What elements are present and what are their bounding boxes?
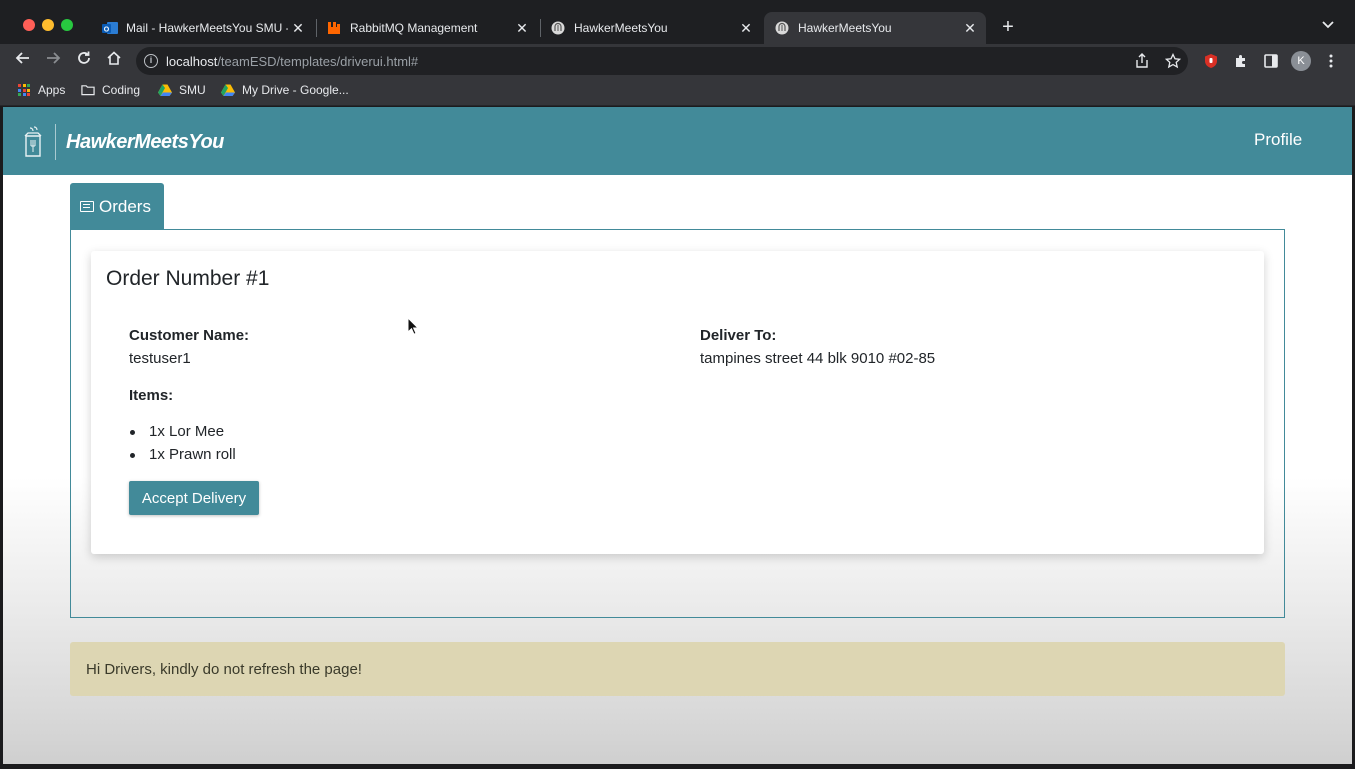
- chevron-down-icon[interactable]: [1322, 18, 1334, 32]
- browser-tab-hawker-active[interactable]: HawkerMeetsYou ✕: [764, 12, 986, 44]
- kebab-menu-icon[interactable]: [1321, 51, 1341, 71]
- close-icon[interactable]: ✕: [288, 20, 308, 37]
- new-tab-plus-icon[interactable]: +: [998, 16, 1018, 39]
- alert-text: Hi Drivers, kindly do not refresh the pa…: [86, 661, 362, 678]
- tab-orders-label: Orders: [99, 196, 151, 216]
- google-drive-icon: [221, 83, 235, 97]
- reload-icon[interactable]: [73, 50, 95, 72]
- apps-grid-icon: [17, 83, 31, 97]
- browser-tab-rabbitmq[interactable]: RabbitMQ Management ✕: [316, 12, 538, 44]
- browser-tab-mail[interactable]: O Mail - HawkerMeetsYou SMU - ✕: [92, 12, 314, 44]
- close-icon[interactable]: ✕: [960, 20, 980, 37]
- extensions-puzzle-icon[interactable]: [1231, 51, 1251, 71]
- google-drive-icon: [158, 83, 172, 97]
- svg-text:O: O: [104, 27, 110, 34]
- order-title: Order Number #1: [106, 267, 270, 290]
- bookmark-label: Coding: [102, 83, 141, 97]
- bookmark-apps[interactable]: Apps: [17, 83, 65, 97]
- folder-icon: [81, 83, 95, 97]
- customer-name-value: testuser1: [129, 350, 191, 367]
- page-viewport: HawkerMeetsYou Profile Orders Order Numb…: [3, 107, 1352, 764]
- adblock-extension-icon[interactable]: [1201, 51, 1221, 71]
- tab-title: Mail - HawkerMeetsYou SMU -: [126, 21, 288, 35]
- url-text: localhost/teamESD/templates/driverui.htm…: [166, 54, 419, 69]
- deliver-to-label: Deliver To:: [700, 327, 777, 344]
- bookmark-label: SMU: [179, 83, 206, 97]
- browser-tab-hawker-1[interactable]: HawkerMeetsYou ✕: [540, 12, 762, 44]
- back-arrow-icon[interactable]: [12, 50, 34, 72]
- tab-title: HawkerMeetsYou: [798, 21, 892, 35]
- bookmark-coding[interactable]: Coding: [81, 83, 140, 97]
- side-panel-icon[interactable]: [1261, 51, 1281, 71]
- bookmark-smu[interactable]: SMU: [158, 83, 206, 97]
- browser-toolbar: i localhost/teamESD/templates/driverui.h…: [0, 44, 1355, 78]
- accept-delivery-button[interactable]: Accept Delivery: [129, 481, 259, 515]
- window-minimize-button[interactable]: [42, 19, 54, 31]
- rabbitmq-icon: [326, 20, 342, 36]
- brand-name[interactable]: HawkerMeetsYou: [66, 131, 224, 154]
- orders-list-icon: [80, 201, 94, 212]
- address-bar[interactable]: i localhost/teamESD/templates/driverui.h…: [136, 47, 1188, 75]
- tab-orders[interactable]: Orders: [70, 183, 164, 230]
- hawker-favicon-icon: [550, 20, 566, 36]
- forward-arrow-icon[interactable]: [42, 50, 64, 72]
- tab-title: HawkerMeetsYou: [574, 21, 668, 35]
- bookmark-my-drive[interactable]: My Drive - Google...: [221, 83, 349, 97]
- close-icon[interactable]: ✕: [512, 20, 532, 37]
- brand-divider: [55, 124, 56, 160]
- hawker-cart-logo-icon[interactable]: [21, 125, 47, 159]
- items-list: 1x Lor Mee 1x Prawn roll: [129, 421, 236, 466]
- outlook-mail-icon: O: [102, 20, 118, 36]
- bookmark-star-icon[interactable]: [1164, 52, 1182, 72]
- browser-tab-bar: O Mail - HawkerMeetsYou SMU - ✕ RabbitMQ…: [0, 0, 1355, 44]
- driver-alert: Hi Drivers, kindly do not refresh the pa…: [70, 642, 1285, 696]
- window-close-button[interactable]: [23, 19, 35, 31]
- window-bottom-edge: [0, 764, 1355, 769]
- order-card: Order Number #1 Customer Name: testuser1…: [91, 251, 1264, 554]
- site-info-icon[interactable]: i: [144, 54, 158, 68]
- bookmarks-bar: Apps Coding SMU My Drive - Google...: [0, 78, 1355, 106]
- close-icon[interactable]: ✕: [736, 20, 756, 37]
- deliver-to-value: tampines street 44 blk 9010 #02-85: [700, 350, 936, 367]
- profile-avatar[interactable]: K: [1291, 51, 1311, 71]
- home-icon[interactable]: [103, 50, 125, 72]
- items-label: Items:: [129, 387, 174, 404]
- tab-title: RabbitMQ Management: [350, 21, 478, 35]
- mouse-cursor-icon: [407, 316, 420, 335]
- customer-name-label: Customer Name:: [129, 327, 250, 344]
- window-zoom-button[interactable]: [61, 19, 73, 31]
- site-navbar: HawkerMeetsYou Profile: [3, 107, 1352, 175]
- bookmark-label: My Drive - Google...: [242, 83, 349, 97]
- bookmark-label: Apps: [38, 83, 66, 97]
- share-icon[interactable]: [1135, 53, 1149, 72]
- hawker-favicon-icon: [774, 20, 790, 36]
- profile-link[interactable]: Profile: [1254, 130, 1302, 150]
- list-item: 1x Lor Mee: [129, 421, 236, 444]
- list-item: 1x Prawn roll: [129, 444, 236, 467]
